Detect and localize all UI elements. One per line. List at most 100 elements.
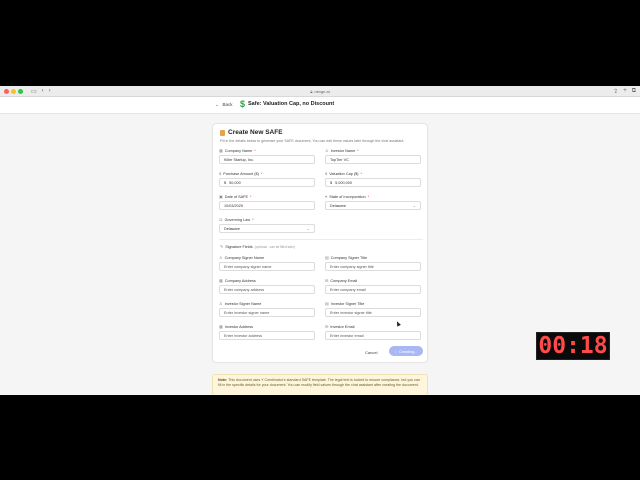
company-name-label: Company Name	[224, 148, 253, 153]
company-email-field: ✉ Company Email Enter company email	[325, 278, 421, 294]
cancel-button[interactable]: Cancel	[365, 350, 377, 355]
investor-signer-title-field: ▤ Investor Signer Title Enter investor si…	[325, 301, 421, 317]
scale-icon: ⚖	[219, 217, 223, 222]
investor-name-input[interactable]: TopTier VC	[325, 155, 421, 164]
company-signer-title-input[interactable]: Enter company signer title	[325, 262, 421, 271]
signature-optional-note: (optional - can be filled later)	[254, 244, 295, 249]
company-name-input[interactable]: Killer Startup, Inc.	[219, 155, 315, 164]
investor-signer-name-label: Investor Signer Name	[224, 301, 262, 306]
url-text: nexgn.ai	[314, 89, 330, 94]
company-signer-title-label: Company Signer Title	[330, 255, 368, 260]
company-name-field: ▦ Company Name * Killer Startup, Inc.	[219, 148, 315, 164]
purchase-amount-field: $ Purchase Amount ($) * $50,000	[219, 171, 315, 187]
state-of-incorporation-value: Delaware	[330, 203, 347, 208]
currency-prefix: $	[224, 180, 227, 185]
company-signer-name-input[interactable]: Enter company signer name	[219, 262, 315, 271]
note-text: This document uses Y Combinator's standa…	[218, 378, 420, 387]
chevron-down-icon: ⌄	[306, 226, 310, 231]
signature-fields-header: ✎ Signature Fields (optional - can be fi…	[220, 244, 295, 250]
form-subtitle: Fill in the details below to generate yo…	[220, 139, 405, 143]
date-of-safe-input[interactable]: 10/03/2025	[219, 201, 315, 210]
spinner-icon: ◌	[394, 348, 397, 354]
investor-address-field: ▦ Investor Address Enter investor address	[219, 324, 315, 340]
investor-email-input[interactable]: Enter investor email	[325, 331, 421, 340]
address-bar[interactable]: 🔒︎ nexgn.ai	[302, 87, 337, 96]
close-window-button[interactable]	[4, 88, 9, 94]
required-marker: *	[260, 171, 263, 176]
company-email-label: Company Email	[330, 278, 358, 283]
document-title: $ Safe: Valuation Cap, no Discount	[240, 99, 334, 109]
signature-header-text: Signature Fields	[225, 244, 253, 249]
company-signer-name-field: ♙ Company Signer Name Enter company signe…	[219, 255, 315, 271]
template-note: Note: This document uses Y Combinator's …	[212, 374, 428, 395]
investor-address-input[interactable]: Enter investor address	[219, 331, 315, 340]
dollar-icon: $	[325, 171, 328, 176]
state-of-incorporation-field: ⌖ State of Incorporation * Delaware ⌄	[325, 194, 421, 210]
investor-signer-name-input[interactable]: Enter investor signer name	[219, 308, 315, 317]
investor-address-label: Investor Address	[224, 324, 254, 329]
company-signer-title-field: ▤ Company Signer Title Enter company sign…	[325, 255, 421, 271]
create-button-label: Creating...	[398, 348, 418, 354]
app-header: ← Back $ Safe: Valuation Cap, no Discoun…	[0, 97, 640, 114]
required-marker: *	[252, 217, 254, 222]
arrow-left-icon: ←	[215, 102, 220, 107]
required-marker: *	[360, 171, 362, 176]
investor-signer-name-field: ♙ Investor Signer Name Enter investor sig…	[219, 301, 315, 317]
dollar-icon: $	[219, 171, 222, 176]
company-email-input[interactable]: Enter company email	[325, 285, 421, 294]
required-marker: *	[367, 194, 370, 199]
section-divider	[219, 239, 423, 240]
share-icon[interactable]: ⇪	[613, 88, 618, 95]
mail-icon: ✉	[325, 278, 329, 283]
maximize-window-button[interactable]	[18, 88, 23, 94]
tabs-overview-icon[interactable]: ⧉	[632, 88, 636, 95]
required-marker: *	[254, 148, 256, 153]
form-title-text: Create New SAFE	[228, 129, 283, 136]
note-label: Note:	[218, 378, 228, 382]
new-tab-icon[interactable]: +	[623, 88, 627, 95]
required-marker: *	[250, 194, 252, 199]
investor-name-label: Investor Name	[330, 148, 356, 153]
calendar-icon: ▣	[219, 194, 223, 199]
governing-law-value: Delaware	[224, 226, 241, 231]
company-address-input[interactable]: Enter company address	[219, 285, 315, 294]
investor-signer-title-label: Investor Signer Title	[330, 301, 365, 306]
required-marker: *	[357, 148, 359, 153]
create-safe-form: Create New SAFE Fill in the details belo…	[212, 123, 428, 363]
back-label: Back	[222, 102, 233, 107]
lock-icon: 🔒︎	[310, 89, 313, 94]
document-title-text: Safe: Valuation Cap, no Discount	[248, 101, 335, 107]
investor-signer-title-input[interactable]: Enter investor signer title	[325, 308, 421, 317]
currency-prefix: $	[330, 180, 333, 185]
valuation-cap-field: $ Valuation Cap ($) * $5,000,000	[325, 171, 421, 187]
chevron-down-icon: ⌄	[412, 203, 416, 208]
valuation-cap-label: Valuation Cap ($)	[329, 171, 359, 176]
chevron-left-icon[interactable]: ‹	[42, 88, 44, 94]
state-of-incorporation-select[interactable]: Delaware ⌄	[325, 201, 421, 210]
pen-icon: ✎	[220, 245, 224, 249]
company-address-field: ▦ Company Address Enter company address	[219, 278, 315, 294]
dollar-icon: $	[240, 99, 246, 109]
governing-law-select[interactable]: Delaware ⌄	[219, 224, 315, 233]
purchase-amount-input[interactable]: $50,000	[219, 178, 315, 187]
date-of-safe-field: ▣ Date of SAFE * 10/03/2025	[219, 194, 315, 210]
chevron-right-icon[interactable]: ›	[49, 88, 51, 94]
location-pin-icon: ⌖	[325, 194, 328, 199]
company-address-label: Company Address	[224, 278, 256, 283]
valuation-cap-input[interactable]: $5,000,000	[325, 178, 421, 187]
mail-icon: ✉	[325, 324, 329, 329]
governing-law-field: ⚖ Governing Law * Delaware ⌄	[219, 217, 315, 233]
browser-toolbar: ▭ ‹ › 🔒︎ nexgn.ai ⇪ + ⧉	[0, 86, 640, 97]
back-button[interactable]: ← Back	[215, 102, 233, 107]
minimize-window-button[interactable]	[11, 88, 16, 94]
user-icon: ♙	[325, 148, 329, 153]
investor-email-label: Investor Email	[330, 324, 355, 329]
sidebar-toggle-icon[interactable]: ▭	[31, 88, 37, 95]
id-card-icon: ▤	[325, 301, 329, 306]
building-icon: ▦	[219, 278, 223, 283]
form-title: Create New SAFE	[220, 129, 283, 136]
create-button[interactable]: ◌ Creating...	[389, 346, 423, 356]
recording-timer: 00:18	[536, 332, 610, 360]
state-of-incorporation-label: State of Incorporation	[329, 194, 366, 199]
date-of-safe-label: Date of SAFE	[224, 194, 248, 199]
